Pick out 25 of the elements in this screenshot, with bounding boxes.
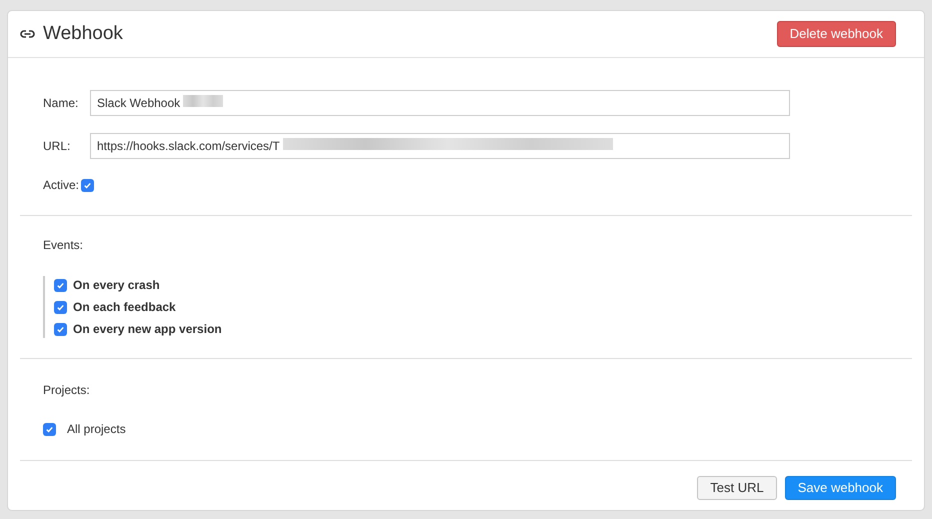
option-label: On every crash	[73, 277, 160, 294]
delete-button[interactable]: Delete webhook	[776, 21, 896, 47]
input-field[interactable]: https://hooks.slack.com/services/T	[90, 133, 790, 159]
check-icon	[56, 302, 65, 312]
checkbox[interactable]	[81, 178, 94, 192]
option-label: On every new app version	[73, 321, 222, 338]
page-title: Webhook	[43, 22, 123, 46]
option-label: All projects	[67, 421, 126, 438]
checkbox[interactable]	[54, 322, 67, 336]
field-label: Name:	[43, 95, 78, 112]
test-button[interactable]: Test URL	[697, 476, 777, 500]
option-label: On each feedback	[73, 299, 176, 316]
link-icon	[20, 29, 35, 39]
check-icon	[83, 180, 92, 190]
section-label: Events:	[43, 237, 84, 254]
checkbox[interactable]	[54, 278, 67, 292]
field-label: URL:	[43, 138, 72, 155]
input-field[interactable]: Slack Webhook	[90, 90, 790, 116]
checkbox[interactable]	[43, 422, 56, 436]
check-icon	[56, 324, 65, 334]
field-label: Active:	[43, 177, 80, 194]
check-icon	[56, 280, 65, 290]
check-icon	[45, 424, 54, 434]
checkbox[interactable]	[54, 300, 67, 314]
section-label: Projects:	[43, 382, 91, 399]
